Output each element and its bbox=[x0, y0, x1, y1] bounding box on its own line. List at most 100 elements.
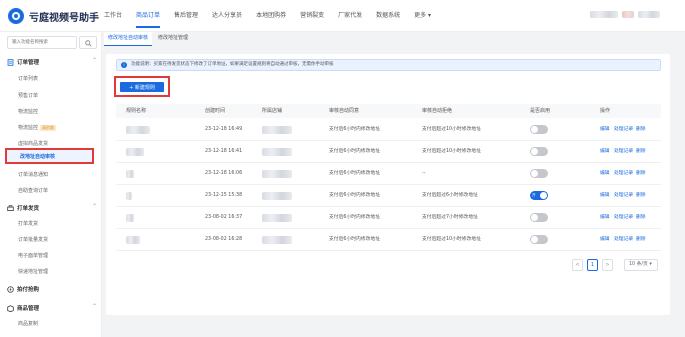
created-time: 23-08-02 16:37 bbox=[205, 215, 243, 220]
auto-reject-rule: 支付后超过7小时修改地址 bbox=[422, 215, 478, 220]
chevron-up-icon[interactable]: ⌃ bbox=[92, 57, 97, 64]
user-account[interactable] bbox=[590, 11, 660, 18]
redacted-shop bbox=[638, 11, 660, 18]
delete-link[interactable]: 删除 bbox=[636, 229, 646, 251]
redacted-badge bbox=[622, 11, 634, 18]
history-link[interactable]: 处理记录 bbox=[614, 229, 633, 251]
edit-link[interactable]: 编辑 bbox=[600, 229, 610, 251]
prev-page-button[interactable]: < bbox=[572, 259, 583, 271]
enable-toggle[interactable] bbox=[530, 169, 548, 178]
redacted-rule-name bbox=[126, 236, 140, 244]
toggle-knob bbox=[540, 192, 547, 199]
created-time: 23-12-18 16:06 bbox=[205, 171, 243, 176]
auto-agree-rule: 支付后6小时内修改地址 bbox=[329, 237, 381, 242]
app-title: 亏庭视频号助手 bbox=[29, 12, 99, 24]
group-goods-management[interactable]: 商品管理 bbox=[7, 304, 39, 312]
sidebar-item-print-ship[interactable]: 打单发货 bbox=[18, 220, 38, 227]
bolt-icon bbox=[7, 285, 14, 293]
auto-reject-rule: 支付后超过10小时修改地址 bbox=[422, 149, 481, 154]
topnav-aftersale[interactable]: 售后管理 bbox=[174, 0, 198, 32]
auto-reject-rule: 支付后超过10小时修改地址 bbox=[422, 127, 481, 132]
group-order-management[interactable]: 订单管理 bbox=[7, 58, 39, 66]
auto-agree-rule: 支付后6小时内修改地址 bbox=[329, 215, 381, 220]
tab-address-management[interactable]: 修改地址管理 bbox=[154, 32, 192, 46]
group-label: 拍付抢购 bbox=[17, 287, 40, 293]
history-link[interactable]: 处理记录 bbox=[614, 207, 633, 229]
sidebar-item-logistics[interactable]: 物流监控 bbox=[18, 108, 38, 115]
topnav-workbench[interactable]: 工作台 bbox=[104, 0, 122, 32]
redacted-shop-name bbox=[262, 214, 292, 222]
topnav-data[interactable]: 数据系统 bbox=[376, 0, 400, 32]
table-row: 23-12-18 16:49 支付后6小时内修改地址 支付后超过10小时修改地址… bbox=[116, 119, 661, 141]
function-notice: i 功能说明：买家在待发货状态下修改了订单地址，如果满足设置规则将自动通过审核，… bbox=[116, 59, 661, 71]
auto-reject-rule: 支付后超过10小时修改地址 bbox=[422, 237, 481, 242]
sidebar-item-address-auto-review[interactable]: 改地址自动审核 bbox=[5, 148, 94, 164]
edit-link[interactable]: 编辑 bbox=[600, 185, 610, 207]
tab-address-auto-review[interactable]: 修改地址自动审核 bbox=[104, 32, 153, 46]
sidebar-item-waybill[interactable]: 电子面单管理 bbox=[18, 252, 48, 259]
main-content: 修改地址自动审核 修改地址管理 i 功能说明：买家在待发货状态下修改了订单地址，… bbox=[104, 32, 685, 337]
group-flash-sale[interactable]: 拍付抢购 bbox=[7, 285, 39, 293]
topnav-more[interactable]: 更多 ▾ bbox=[414, 0, 431, 32]
group-label: 商品管理 bbox=[17, 306, 40, 312]
page-1-button[interactable]: 1 bbox=[587, 259, 598, 271]
sidebar-item-express-address[interactable]: 快递地址管理 bbox=[18, 268, 48, 275]
delete-link[interactable]: 删除 bbox=[636, 185, 646, 207]
edit-link[interactable]: 编辑 bbox=[600, 141, 610, 163]
group-label: 打单发货 bbox=[17, 206, 40, 212]
redacted-rule-name bbox=[126, 214, 134, 222]
delete-link[interactable]: 删除 bbox=[636, 207, 646, 229]
sidebar-item-order-list[interactable]: 订单列表 bbox=[18, 75, 38, 82]
topnav-sharer[interactable]: 达人分享员 bbox=[212, 0, 242, 32]
enable-toggle[interactable]: 开 bbox=[530, 191, 548, 200]
history-link[interactable]: 处理记录 bbox=[614, 185, 633, 207]
goods-icon bbox=[7, 304, 14, 312]
sidebar-item-goods-copy[interactable]: 商品复制 bbox=[18, 320, 38, 327]
enable-toggle[interactable] bbox=[530, 147, 548, 156]
next-page-button[interactable]: > bbox=[602, 259, 613, 271]
auto-reject-rule: -- bbox=[422, 171, 426, 176]
page-size-select[interactable]: 10 条/页 ▾ bbox=[624, 259, 658, 271]
edit-link[interactable]: 编辑 bbox=[600, 207, 610, 229]
edit-link[interactable]: 编辑 bbox=[600, 163, 610, 185]
sidebar-item-virtual-goods[interactable]: 虚拟商品发货 bbox=[18, 140, 48, 147]
enable-toggle[interactable] bbox=[530, 235, 548, 244]
function-search-input[interactable] bbox=[7, 36, 77, 49]
redacted-rule-name bbox=[126, 192, 132, 200]
created-time: 23-08-02 16:28 bbox=[205, 237, 243, 242]
redacted-shop-name bbox=[262, 236, 292, 244]
delete-link[interactable]: 删除 bbox=[636, 163, 646, 185]
topnav-group-coupon[interactable]: 本地团购券 bbox=[256, 0, 286, 32]
enable-toggle[interactable] bbox=[530, 125, 548, 134]
delete-link[interactable]: 删除 bbox=[636, 119, 646, 141]
sidebar-item-self-query[interactable]: 自助查询订单 bbox=[18, 187, 48, 194]
redacted-shop-name bbox=[262, 126, 292, 134]
chevron-up-icon[interactable]: ⌃ bbox=[92, 203, 97, 210]
auto-agree-rule: 支付后6小时内修改地址 bbox=[329, 193, 381, 198]
table-row: 23-08-02 16:28 支付后6小时内修改地址 支付后超过10小时修改地址… bbox=[116, 229, 661, 251]
sidebar-item-label: 物流监控 bbox=[18, 125, 39, 131]
new-rule-button[interactable]: + 新建规则 bbox=[120, 82, 164, 92]
history-link[interactable]: 处理记录 bbox=[614, 119, 633, 141]
enable-toggle[interactable] bbox=[530, 213, 548, 222]
col-auto-agree: 审核自动同意 bbox=[329, 108, 360, 114]
chevron-up-icon[interactable]: ⌃ bbox=[92, 303, 97, 310]
brand[interactable]: 亏庭视频号助手 bbox=[8, 8, 99, 24]
history-link[interactable]: 处理记录 bbox=[614, 163, 633, 185]
sidebar-item-presale[interactable]: 预售订单 bbox=[18, 92, 38, 99]
auto-agree-rule: 支付后6小时内修改地址 bbox=[329, 171, 381, 176]
col-shop: 所属店铺 bbox=[262, 108, 283, 114]
edit-link[interactable]: 编辑 bbox=[600, 119, 610, 141]
topnav-dropship[interactable]: 厂家代发 bbox=[338, 0, 362, 32]
sidebar-item-logistics-advanced[interactable]: 物流监控 高阶版 bbox=[18, 124, 57, 131]
sidebar-item-order-notify[interactable]: 订单消息通知 bbox=[18, 171, 48, 178]
order-icon bbox=[7, 58, 14, 66]
group-print-ship[interactable]: 打单发货 bbox=[7, 204, 39, 212]
delete-link[interactable]: 删除 bbox=[636, 141, 646, 163]
history-link[interactable]: 处理记录 bbox=[614, 141, 633, 163]
topnav-marketing[interactable]: 营销裂变 bbox=[300, 0, 324, 32]
redacted-shop-name bbox=[262, 170, 292, 178]
search-button[interactable] bbox=[79, 36, 97, 49]
sidebar-item-batch-ship[interactable]: 订单批量发货 bbox=[18, 236, 48, 243]
topnav-orders[interactable]: 商品订单 bbox=[136, 0, 161, 32]
